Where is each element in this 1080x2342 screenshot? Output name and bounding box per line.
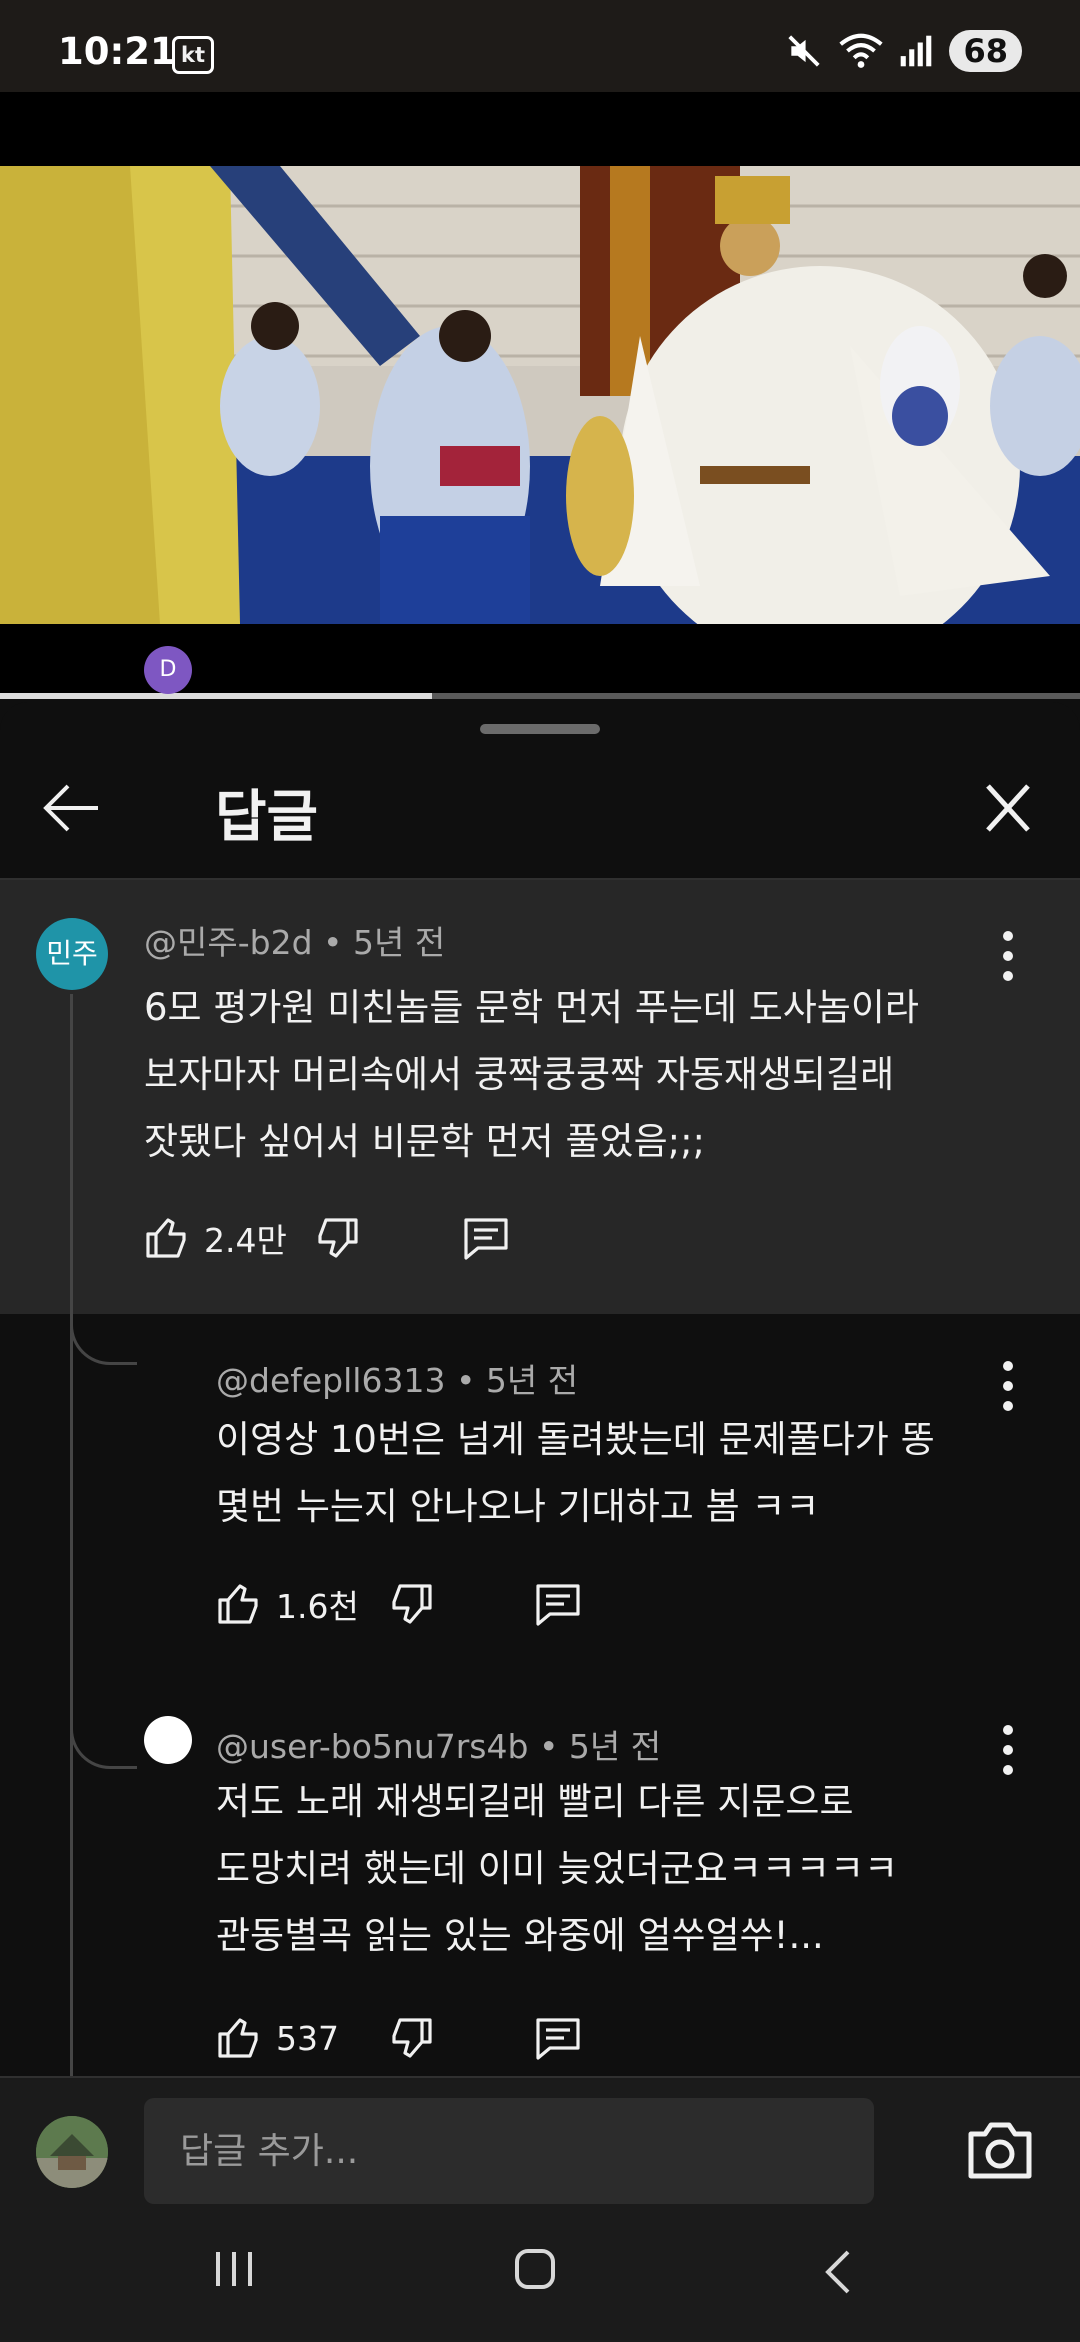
comment-line: 저도 노래 재생되길래 빨리 다른 지문으로 — [216, 1780, 854, 1823]
mute-icon — [788, 35, 821, 67]
comment-author[interactable]: @defepll6313 — [216, 1361, 445, 1400]
meta-separator: • — [455, 1361, 486, 1400]
meta-separator: • — [538, 1727, 569, 1766]
user-avatar-image — [36, 2116, 108, 2188]
video-frame — [0, 166, 1080, 624]
comment-meta: @defepll6313 • 5년 전 — [216, 1354, 578, 1402]
more-vert-icon[interactable] — [988, 1720, 1028, 1780]
reply-icon[interactable] — [460, 1214, 512, 1262]
comment-author[interactable]: @user-bo5nu7rs4b — [216, 1727, 528, 1766]
comment-time: 5년 전 — [353, 923, 446, 962]
drag-handle[interactable] — [480, 724, 600, 734]
more-vert-icon[interactable] — [988, 1356, 1028, 1416]
video-progress-track[interactable] — [0, 693, 1080, 699]
comment-time: 5년 전 — [568, 1727, 662, 1766]
thread-line — [70, 994, 73, 2089]
thumbs-up-icon — [218, 2018, 258, 2058]
comment-time: 5년 전 — [485, 1361, 579, 1400]
video-player[interactable] — [0, 92, 1080, 696]
wifi-icon — [839, 33, 884, 68]
comment-meta: @민주-b2d • 5년 전 — [144, 916, 445, 964]
thumbs-up-icon — [146, 1218, 186, 1258]
comment-text: 6모 평가원 미친놈들 문학 먼저 푸는데 도사놈이라 보자마자 머리속에서 쿵… — [144, 974, 919, 1175]
back-arrow-icon[interactable] — [40, 780, 104, 836]
comment-line: 몇번 누는지 안나오나 기대하고 봄 ㅋㅋ — [216, 1485, 820, 1528]
nav-back-icon[interactable] — [822, 2248, 854, 2296]
sheet-title: 답글 — [215, 785, 319, 850]
thumbs-down-icon[interactable] — [386, 1580, 434, 1628]
reply-composer-bar — [0, 2076, 1080, 2342]
nav-home-icon[interactable] — [514, 2248, 556, 2290]
comment-line: 도망치려 했는데 이미 늦었더군요ㅋㅋㅋㅋㅋ — [216, 1847, 899, 1890]
avatar[interactable]: D — [144, 646, 192, 694]
thumbs-up-icon — [218, 1584, 258, 1624]
close-icon[interactable] — [978, 780, 1038, 836]
battery-indicator: 68 — [949, 30, 1022, 72]
like-count: 2.4만 — [204, 1221, 287, 1260]
status-icons: 68 — [785, 30, 1022, 72]
comment-line: 관동별곡 읽는 있는 와중에 얼쑤얼쑤!... — [216, 1914, 824, 1957]
comment-text: 저도 노래 재생되길래 빨리 다른 지문으로 도망치려 했는데 이미 늦었더군요… — [216, 1768, 898, 1969]
like-button[interactable]: 1.6천 — [216, 1580, 359, 1628]
comment-line: 보자마자 머리속에서 쿵짝쿵쿵짝 자동재생되길래 — [144, 1053, 895, 1096]
thread-connector — [70, 1702, 137, 1769]
like-button[interactable]: 2.4만 — [144, 1214, 287, 1262]
comment-author[interactable]: @민주-b2d — [144, 923, 313, 962]
meta-separator: • — [323, 923, 353, 962]
comment-line: 6모 평가원 미친놈들 문학 먼저 푸는데 도사놈이라 — [144, 986, 919, 1029]
nav-recent-icon[interactable] — [210, 2248, 258, 2290]
video-scene-image — [0, 166, 1080, 624]
comment-text: 이영상 10번은 넘게 돌려봤는데 문제풀다가 똥 몇번 누는지 안나오나 기대… — [216, 1406, 935, 1540]
status-bar: 10:21 kt 68 — [0, 0, 1080, 92]
thumbs-down-icon[interactable] — [386, 2014, 434, 2062]
reply-input[interactable] — [144, 2098, 874, 2204]
reply-icon[interactable] — [532, 2014, 584, 2062]
comment-line: 잣됐다 싶어서 비문학 먼저 풀었음;;; — [144, 1120, 706, 1163]
video-progress-fill — [0, 693, 432, 699]
carrier-badge: kt — [172, 36, 214, 74]
avatar[interactable]: 민주 — [36, 918, 108, 990]
parent-comment: 민주 @민주-b2d • 5년 전 6모 평가원 미친놈들 문학 먼저 푸는데 … — [0, 880, 1080, 1314]
like-count: 537 — [276, 2018, 339, 2058]
comment-meta: @user-bo5nu7rs4b • 5년 전 — [216, 1720, 661, 1768]
thread-connector — [70, 1298, 137, 1365]
status-time: 10:21 — [58, 30, 176, 73]
reply-icon[interactable] — [532, 1580, 584, 1628]
like-button[interactable]: 537 — [216, 2014, 339, 2062]
camera-icon[interactable] — [965, 2118, 1035, 2182]
signal-icon — [901, 35, 932, 67]
more-vert-icon[interactable] — [988, 926, 1028, 986]
avatar[interactable] — [144, 1716, 192, 1764]
comment-line: 이영상 10번은 넘게 돌려봤는데 문제풀다가 똥 — [216, 1418, 935, 1461]
user-avatar[interactable] — [36, 2116, 108, 2188]
like-count: 1.6천 — [276, 1587, 359, 1626]
thumbs-down-icon[interactable] — [312, 1214, 360, 1262]
